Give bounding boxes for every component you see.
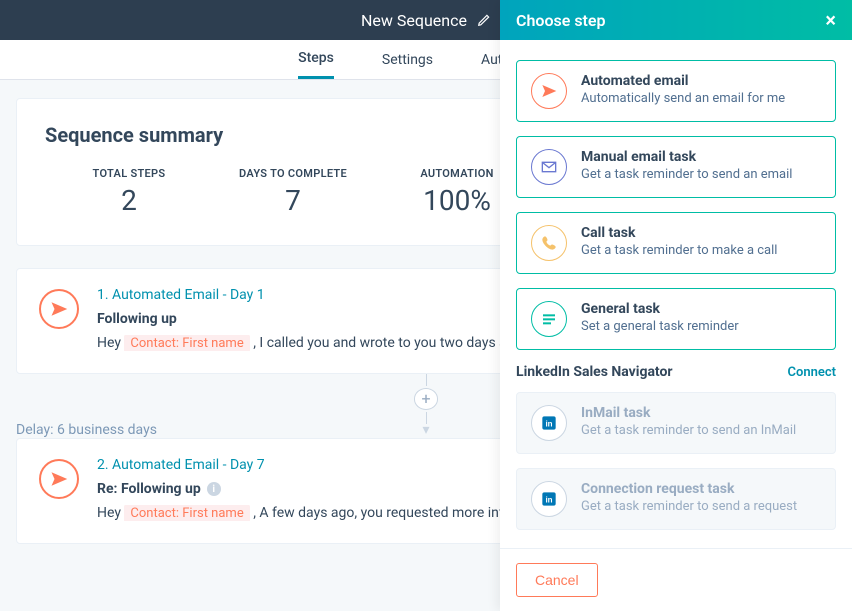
stat-value: 100% (397, 184, 517, 217)
option-desc: Set a general task reminder (581, 319, 821, 334)
body-pre: Hey (97, 335, 124, 351)
option-desc: Get a task reminder to make a call (581, 243, 821, 258)
section-title: LinkedIn Sales Navigator (516, 364, 673, 380)
connect-link[interactable]: Connect (787, 365, 836, 380)
panel-footer: Cancel (500, 548, 852, 611)
panel-body: Automated email Automatically send an em… (500, 40, 852, 548)
stat-days: DAYS TO COMPLETE 7 (233, 167, 353, 217)
send-icon (39, 289, 79, 329)
option-title: Automated email (581, 73, 821, 89)
send-icon (531, 73, 567, 109)
option-desc: Get a task reminder to send a request (581, 499, 821, 514)
option-manual-email[interactable]: Manual email task Get a task reminder to… (516, 136, 836, 198)
pencil-icon[interactable] (477, 13, 491, 27)
close-icon[interactable]: × (825, 10, 836, 30)
tab-settings[interactable]: Settings (382, 40, 433, 79)
delay-value[interactable]: 6 business days (57, 422, 157, 438)
stat-value: 7 (233, 184, 353, 217)
envelope-icon (531, 149, 567, 185)
option-title: General task (581, 301, 821, 317)
add-step-button[interactable]: + (414, 388, 438, 409)
body-pre: Hey (97, 505, 124, 521)
option-connection-request: in Connection request task Get a task re… (516, 468, 836, 530)
option-desc: Get a task reminder to send an email (581, 167, 821, 182)
stat-automation: AUTOMATION 100% (397, 167, 517, 217)
arrow-down-icon: ▾ (422, 422, 429, 438)
info-icon[interactable]: i (207, 482, 221, 496)
linkedin-icon: in (531, 405, 567, 441)
stat-value: 2 (69, 184, 189, 217)
option-automated-email[interactable]: Automated email Automatically send an em… (516, 60, 836, 122)
option-desc: Automatically send an email for me (581, 91, 821, 106)
option-call-task[interactable]: Call task Get a task reminder to make a … (516, 212, 836, 274)
option-title: InMail task (581, 405, 821, 421)
phone-icon (531, 225, 567, 261)
send-icon (39, 459, 79, 499)
option-inmail-task: in InMail task Get a task reminder to se… (516, 392, 836, 454)
contact-token: Contact: First name (124, 505, 249, 521)
contact-token: Contact: First name (124, 335, 249, 351)
option-desc: Get a task reminder to send an InMail (581, 423, 821, 438)
cancel-button[interactable]: Cancel (516, 563, 598, 597)
subject-text: Re: Following up (97, 481, 201, 497)
sequence-title: New Sequence (361, 11, 467, 30)
option-title: Call task (581, 225, 821, 241)
connector-line (426, 374, 427, 386)
delay-row: Delay: 6 business days (16, 422, 157, 438)
delay-label: Delay: (16, 422, 54, 438)
stat-total-steps: TOTAL STEPS 2 (69, 167, 189, 217)
linkedin-icon: in (531, 481, 567, 517)
list-icon (531, 301, 567, 337)
stat-label: TOTAL STEPS (69, 167, 189, 180)
svg-text:in: in (545, 419, 552, 428)
choose-step-panel: Choose step × Automated email Automatica… (500, 0, 852, 611)
linkedin-section-header: LinkedIn Sales Navigator Connect (516, 364, 836, 380)
stat-label: AUTOMATION (397, 167, 517, 180)
panel-title: Choose step (516, 11, 606, 30)
subject-text: Following up (97, 311, 177, 327)
stat-label: DAYS TO COMPLETE (233, 167, 353, 180)
svg-text:in: in (545, 495, 552, 504)
panel-header: Choose step × (500, 0, 852, 40)
option-general-task[interactable]: General task Set a general task reminder (516, 288, 836, 350)
option-title: Connection request task (581, 481, 821, 497)
option-title: Manual email task (581, 149, 821, 165)
tab-steps[interactable]: Steps (298, 40, 334, 79)
